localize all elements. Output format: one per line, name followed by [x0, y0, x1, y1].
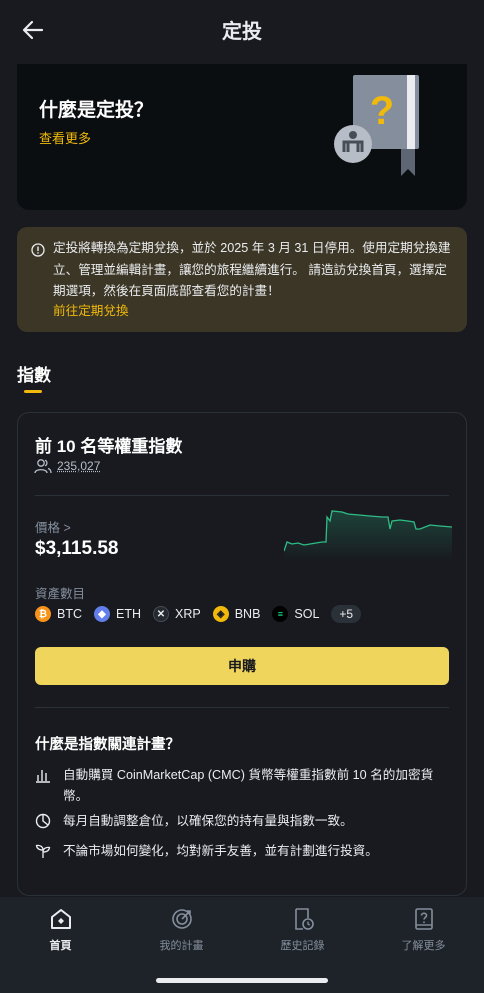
- participant-count: 235,027: [57, 459, 101, 473]
- tab-underline: [24, 390, 42, 393]
- asset-symbol: ETH: [116, 607, 141, 621]
- eth-icon: ◆: [94, 606, 110, 622]
- btc-icon: ₿: [35, 606, 51, 622]
- price-label[interactable]: 價格 >: [35, 517, 71, 536]
- home-indicator: [156, 978, 328, 983]
- divider: [35, 707, 449, 708]
- nav-label: 了解更多: [401, 940, 446, 952]
- feature-item: 不論市場如何變化，均對新手友善，並有計劃進行投資。: [35, 841, 449, 862]
- nav-label: 歷史記錄: [280, 940, 325, 952]
- asset-symbol: XRP: [175, 607, 201, 621]
- asset-list: ₿ BTC ◆ ETH ✕ XRP ◈ BNB ≡ SOL +5: [35, 604, 362, 624]
- assets-label: 資產數目: [35, 587, 86, 601]
- target-icon: [171, 909, 192, 929]
- feature-item: 自動購買 CoinMarketCap (CMC) 貨幣等權重指數前 10 名的加…: [35, 765, 449, 807]
- feature-text: 自動購買 CoinMarketCap (CMC) 貨幣等權重指數前 10 名的加…: [63, 768, 434, 803]
- asset-bnb: ◈ BNB: [212, 606, 261, 622]
- price-value: $3,115.58: [35, 538, 119, 559]
- go-to-recurring-link[interactable]: 前往定期兌換: [53, 300, 129, 319]
- banner-title: 什麼是定投？: [39, 100, 154, 121]
- index-plan-card: 前 10 名等權重指數 235,027 價格 > $3,115.58 資產數目 …: [17, 412, 467, 896]
- users-icon: [34, 459, 52, 474]
- asset-sol: ≡ SOL: [272, 606, 319, 622]
- asset-symbol: BNB: [234, 607, 261, 621]
- pie-chart-icon: [35, 813, 51, 829]
- feature-text: 不論市場如何變化，均對新手友善，並有計劃進行投資。: [63, 844, 378, 858]
- help-book-icon: [414, 908, 433, 930]
- question-book-icon: ?: [334, 75, 419, 176]
- asset-symbol: BTC: [57, 607, 82, 621]
- asset-eth: ◆ ETH: [94, 606, 141, 622]
- page-title: 定投: [222, 21, 262, 43]
- price-sparkline: [284, 510, 452, 561]
- nav-my-plans[interactable]: 我的計畫: [121, 907, 242, 953]
- asset-xrp: ✕ XRP: [153, 606, 201, 622]
- svg-text:?: ?: [370, 89, 394, 133]
- feature-text: 每月自動調整倉位，以確保您的持有量與指數一致。: [63, 814, 353, 828]
- top-bar: 定投: [0, 0, 484, 60]
- notice-text: 定投將轉換為定期兌換，並於 2025 年 3 月 31 日停用。使用定期兌換建立…: [53, 241, 451, 298]
- asset-symbol: SOL: [294, 607, 320, 621]
- sprout-icon: [35, 844, 51, 858]
- bnb-icon: ◈: [212, 606, 229, 622]
- info-icon: [31, 243, 45, 257]
- what-is-index-title: 什麼是指數關連計畫？: [35, 737, 180, 753]
- asset-btc: ₿ BTC: [35, 606, 82, 622]
- index-title: 前 10 名等權重指數: [35, 437, 183, 456]
- history-icon: [294, 908, 314, 930]
- tab-index[interactable]: 指數: [17, 361, 51, 386]
- nav-learn-more[interactable]: 了解更多: [363, 907, 484, 953]
- divider: [35, 495, 449, 496]
- nav-history[interactable]: 歷史記錄: [242, 907, 363, 953]
- xrp-icon: ✕: [153, 606, 169, 622]
- nav-label: 我的計畫: [159, 940, 204, 952]
- subscribe-button[interactable]: 申購: [35, 647, 449, 685]
- notice-box: 定投將轉換為定期兌換，並於 2025 年 3 月 31 日停用。使用定期兌換建立…: [17, 227, 467, 332]
- nav-home[interactable]: 首頁: [0, 907, 121, 953]
- sol-icon: ≡: [272, 606, 289, 622]
- feature-item: 每月自動調整倉位，以確保您的持有量與指數一致。: [35, 811, 449, 832]
- what-is-dca-banner: 什麼是定投？ 查看更多 ?: [17, 64, 467, 210]
- home-icon: [50, 909, 71, 929]
- nav-label: 首頁: [49, 940, 72, 952]
- learn-more-link[interactable]: 查看更多: [39, 128, 91, 147]
- bar-chart-icon: [36, 770, 50, 783]
- more-assets-badge: +5: [331, 605, 362, 623]
